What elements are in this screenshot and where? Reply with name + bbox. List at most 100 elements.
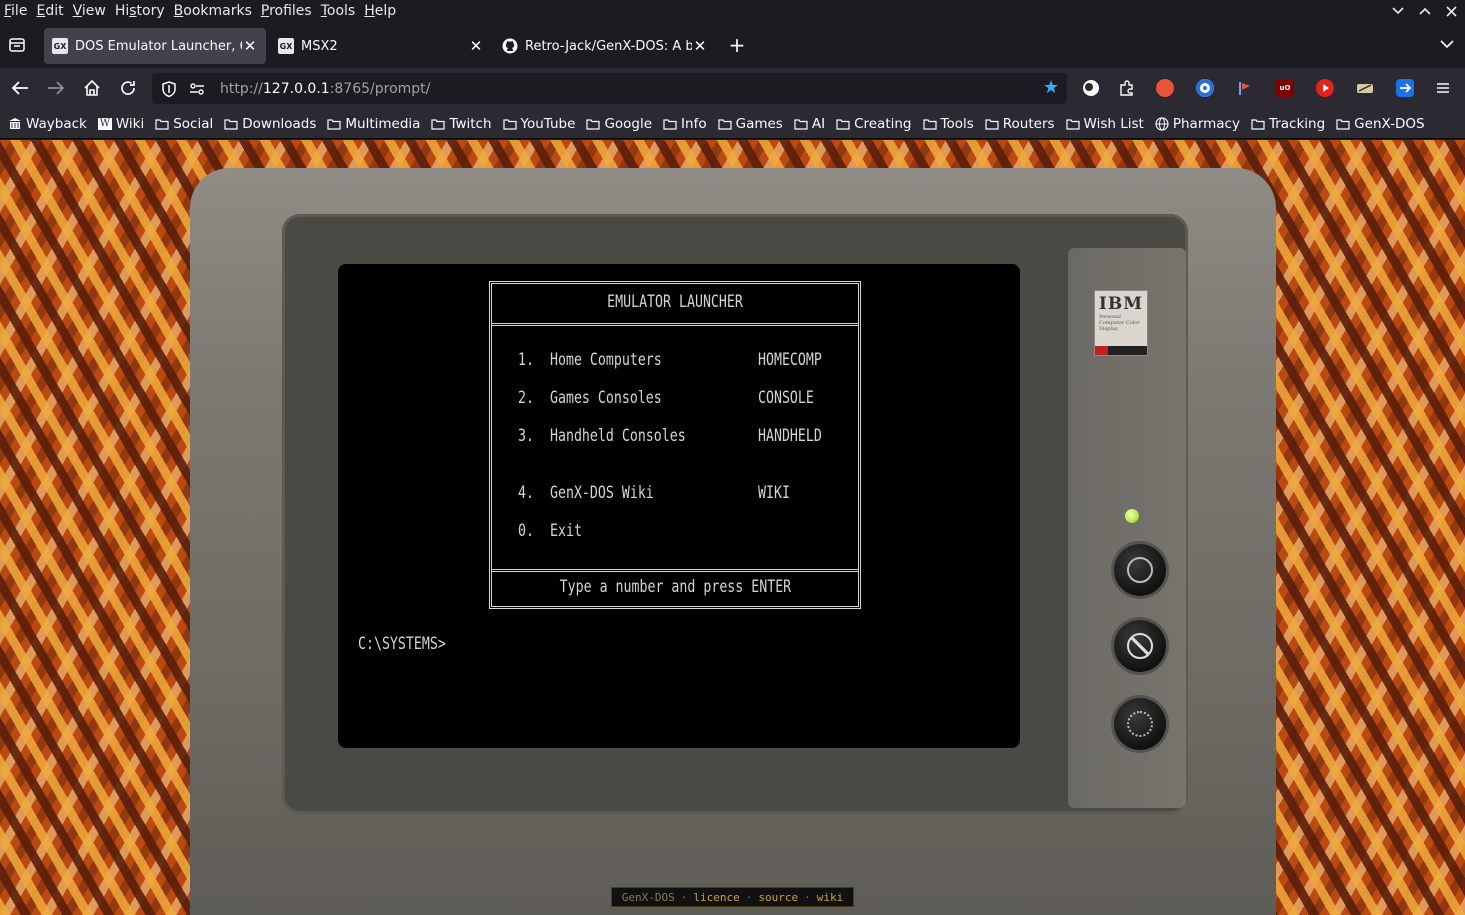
folder-icon [718,118,732,130]
permissions-icon[interactable] [188,80,206,98]
folder-icon [327,118,341,130]
folder-icon [586,118,601,130]
folder-icon [431,118,446,130]
wikipedia-icon: W [97,117,112,130]
menu-tools[interactable]: Tools [317,3,361,19]
footer-link-licence[interactable]: licence [693,891,739,904]
bookmark-google[interactable]: Google [586,116,652,132]
menu-help[interactable]: Help [360,3,401,19]
tab-list-icon[interactable] [6,34,28,56]
menu-history[interactable]: History [111,3,170,19]
emulator-launcher-menu: EMULATOR LAUNCHER 1. Home Computers HOME… [489,281,861,609]
reload-icon[interactable] [116,76,140,100]
hamburger-menu-icon[interactable] [1434,79,1452,97]
folder-icon [1251,118,1265,130]
bookmark-star-icon[interactable]: ★ [1043,79,1061,97]
bookmarks-bar: Wayback W Wiki Social Downloads Multimed… [0,109,1465,139]
tab-bar: GX DOS Emulator Launcher, 6: ✕ GX MSX2 ✕… [0,22,1465,68]
bookmark-routers[interactable]: Routers [985,116,1055,132]
footer-brand: GenX-DOS [621,890,675,904]
url-text: http://127.0.0.1:8765/prompt/ [220,80,431,97]
close-window-icon[interactable] [1438,0,1465,22]
footer-link-wiki[interactable]: wiki [817,891,844,904]
close-tab-icon[interactable]: ✕ [692,37,708,55]
folder-icon [502,118,517,130]
bookmark-pharmacy[interactable]: Pharmacy [1155,116,1240,132]
bookmark-creating[interactable]: Creating [836,116,912,132]
menu-bookmarks[interactable]: Bookmarks [170,3,257,19]
bookmark-wish-list[interactable]: Wish List [1065,116,1144,132]
folder-icon [1336,118,1350,130]
bookmark-info[interactable]: Info [663,116,707,132]
new-tab-icon[interactable]: + [726,34,748,56]
ublock-icon[interactable]: uO [1276,79,1294,97]
launcher-title: EMULATOR LAUNCHER [607,292,743,312]
bookmark-twitch[interactable]: Twitch [431,116,492,132]
chevron-down-icon[interactable] [1439,36,1455,52]
brightness-knob [1114,620,1166,672]
power-knob [1114,698,1166,750]
close-tab-icon[interactable]: ✕ [468,37,484,55]
launcher-hint: Type a number and press ENTER [559,577,791,597]
tab-msx2[interactable]: GX MSX2 ✕ [270,28,492,64]
folder-icon [1065,118,1080,130]
translate-icon[interactable] [1396,79,1414,97]
footer-link-source[interactable]: source [758,891,798,904]
genx-favicon-icon: GX [52,38,68,54]
bookmark-downloads[interactable]: Downloads [224,116,316,132]
shield-icon[interactable] [160,80,178,98]
extensions-icon[interactable] [1118,79,1136,97]
bookmark-ai[interactable]: AI [794,116,825,132]
site-footer: GenX-DOS · licence · source · wiki [611,887,854,907]
flag-extension-icon[interactable] [1236,79,1254,97]
menu-bar: File Edit View History Bookmarks Profile… [0,0,1465,22]
power-led [1125,509,1139,523]
bookmark-tools[interactable]: Tools [922,116,974,132]
page-content: IBM Personal Computer Color Display EMUL… [0,140,1465,915]
minimize-icon[interactable] [1384,0,1411,22]
menu-profiles[interactable]: Profiles [257,3,317,19]
url-bar[interactable]: http://127.0.0.1:8765/prompt/ ★ [152,73,1067,104]
dos-prompt[interactable]: C:\SYSTEMS> [358,634,446,654]
folder-icon [155,118,169,130]
home-icon[interactable] [80,76,104,100]
tab-dos-launcher[interactable]: GX DOS Emulator Launcher, 6: ✕ [44,28,266,64]
folder-icon [985,118,999,130]
bookmark-games[interactable]: Games [718,116,783,132]
circle-extension-icon[interactable] [1196,79,1214,97]
account-icon[interactable] [1082,79,1100,97]
folder-icon [922,118,937,130]
menu-view[interactable]: View [69,3,111,19]
menu-file[interactable]: File [0,3,32,19]
folder-icon [663,118,677,130]
back-icon[interactable] [8,76,32,100]
maximize-icon[interactable] [1411,0,1438,22]
bookmark-genx-dos[interactable]: GenX-DOS [1336,116,1425,132]
globe-icon [1155,116,1169,131]
github-icon [502,38,518,54]
bookmark-youtube[interactable]: YouTube [502,116,575,132]
folder-icon [224,118,238,130]
genx-favicon-icon: GX [278,38,294,54]
close-tab-icon[interactable]: ✕ [242,37,258,55]
tab-title: MSX2 [301,38,338,54]
ibm-badge: IBM Personal Computer Color Display [1094,290,1148,356]
tab-title: Retro-Jack/GenX-DOS: A br [525,38,692,54]
navigation-bar: http://127.0.0.1:8765/prompt/ ★ uO [0,68,1465,109]
youtube-extension-icon[interactable] [1316,79,1334,97]
bookmark-social[interactable]: Social [155,116,213,132]
forward-icon[interactable] [44,76,68,100]
tab-github-genx-dos[interactable]: Retro-Jack/GenX-DOS: A br ✕ [494,28,716,64]
firefox-relay-icon[interactable] [1156,79,1174,97]
folder-icon [794,118,808,130]
contrast-knob [1114,544,1166,596]
menu-edit[interactable]: Edit [32,3,68,19]
bookmark-wiki[interactable]: W Wiki [97,116,144,132]
bookmark-tracking[interactable]: Tracking [1251,116,1325,132]
bookmark-wayback[interactable]: Wayback [8,116,87,132]
wayback-icon [9,117,21,129]
download-extension-icon[interactable] [1356,79,1374,97]
tab-title: DOS Emulator Launcher, 6: [75,38,242,54]
bookmark-multimedia[interactable]: Multimedia [327,116,420,132]
folder-icon [836,118,850,130]
